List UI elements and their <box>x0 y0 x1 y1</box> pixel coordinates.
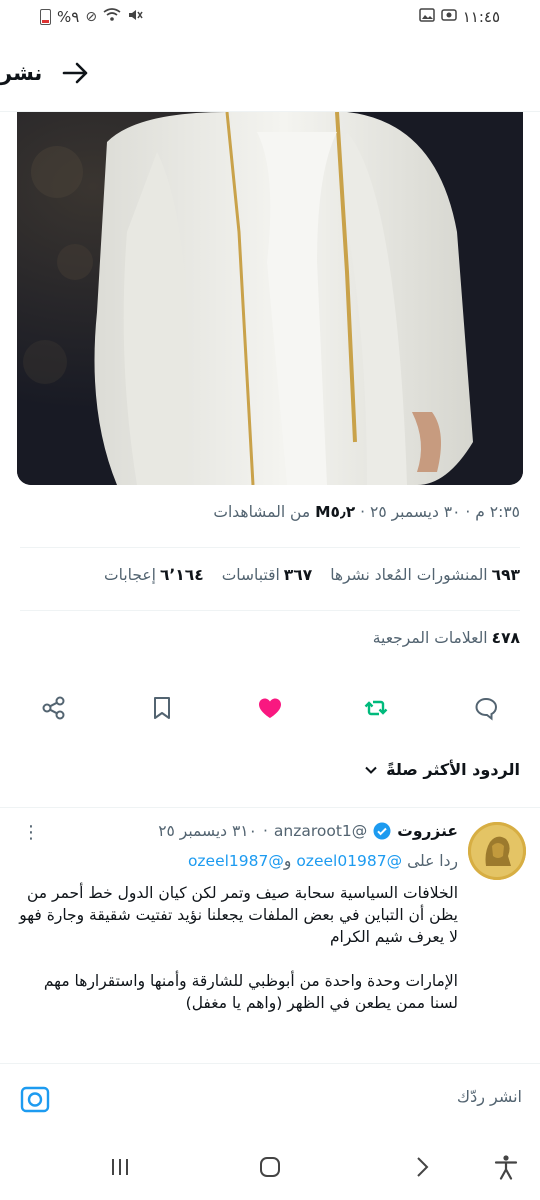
bookmarks-label: العلامات المرجعية <box>372 629 488 647</box>
reply-separator: · <box>262 822 268 840</box>
status-icons-left: %٩ ⊘ <box>40 7 143 27</box>
home-button[interactable] <box>256 1153 284 1181</box>
battery-percent: %٩ <box>57 8 80 26</box>
divider <box>20 547 520 548</box>
reply-handle[interactable]: @anzaroot1 <box>274 822 367 840</box>
reply-text: الخلافات السياسية سحابة صيف وتمر لكن كيا… <box>19 884 458 1012</box>
post-date: ٣٠ ديسمبر ٢٥ <box>370 503 461 521</box>
reposts-count: ٦٩٣ <box>491 566 520 584</box>
reply-item[interactable]: عنزروت @anzaroot1 · ٣١٠ ديسمبر ٢٥ ⋮ ردا … <box>0 807 540 1063</box>
meta-separator: · <box>360 503 366 521</box>
bookmark-button[interactable] <box>146 692 178 724</box>
repost-icon <box>364 700 388 716</box>
wifi-icon <box>103 8 121 26</box>
like-button[interactable] <box>254 692 286 724</box>
accessibility-button[interactable] <box>492 1153 520 1181</box>
accessibility-icon <box>494 1155 518 1180</box>
status-bar: %٩ ⊘ ١١:٤٥ <box>0 0 540 34</box>
views-count: M٥٫٢ <box>315 503 356 521</box>
likes-label: إعجابات <box>104 566 156 584</box>
back-arrow-icon[interactable] <box>60 58 90 88</box>
views-label: من المشاهدات <box>213 503 311 521</box>
post-meta: ٢:٣٥ م · ٣٠ ديسمبر ٢٥ · M٥٫٢ من المشاهدا… <box>20 503 520 521</box>
back-button[interactable] <box>408 1153 436 1181</box>
likes-count: ٦٬١٦٤ <box>159 566 204 584</box>
reply-input[interactable]: انشر ردّك <box>457 1087 522 1106</box>
likes-stat[interactable]: ٦٬١٦٤إعجابات <box>104 566 204 584</box>
status-icons-right: ١١:٤٥ <box>418 8 500 26</box>
quotes-stat[interactable]: ٣٦٧اقتباسات <box>222 566 313 584</box>
chevron-down-icon <box>365 766 377 774</box>
recents-icon <box>112 1159 128 1175</box>
reply-composer: انشر ردّك <box>0 1063 540 1135</box>
reposts-label: المنشورات المُعاد نشرها <box>330 566 488 584</box>
home-icon <box>260 1157 280 1177</box>
and-label: و <box>283 852 292 870</box>
reposts-stat[interactable]: ٦٩٣المنشورات المُعاد نشرها <box>330 566 520 584</box>
replying-to: ردا على @ozeel01987 و@ozeel1987 <box>188 852 458 870</box>
bookmarks-count: ٤٧٨ <box>491 629 520 647</box>
replying-to-label: ردا على <box>407 852 458 870</box>
reply-icon <box>475 697 498 721</box>
post-actions <box>0 686 540 730</box>
dnd-icon: ⊘ <box>85 9 98 25</box>
post-image[interactable] <box>17 112 523 485</box>
system-nav-bar <box>0 1135 540 1200</box>
meta-separator: · <box>465 503 471 521</box>
bookmarks-stat[interactable]: ٤٧٨العلامات المرجعية <box>20 629 520 647</box>
mention-link[interactable]: @ozeel1987 <box>188 852 284 870</box>
reply-date: ٣١٠ ديسمبر ٢٥ <box>158 822 257 840</box>
header: نشر <box>0 34 540 112</box>
verified-badge-icon <box>373 822 391 840</box>
like-icon <box>259 698 281 718</box>
record-icon <box>440 8 457 26</box>
quotes-count: ٣٦٧ <box>283 566 313 584</box>
clock: ١١:٤٥ <box>462 8 500 26</box>
post-stats: ٦٩٣المنشورات المُعاد نشرها ٣٦٧اقتباسات ٦… <box>20 566 520 584</box>
repost-button[interactable] <box>360 692 392 724</box>
avatar-image <box>468 822 526 880</box>
chevron-right-icon <box>417 1157 429 1177</box>
mention-link[interactable]: @ozeel01987 <box>296 852 402 870</box>
divider <box>20 610 520 611</box>
sort-label: الردود الأكثر صلةً <box>386 760 520 779</box>
share-icon <box>42 696 65 720</box>
reply-header: عنزروت @anzaroot1 · ٣١٠ ديسمبر ٢٥ <box>158 822 458 840</box>
quotes-label: اقتباسات <box>221 566 280 584</box>
post-image-graphic <box>17 112 523 485</box>
more-options-icon[interactable]: ⋮ <box>22 824 40 842</box>
reply-button[interactable] <box>470 692 502 724</box>
battery-icon <box>40 9 51 25</box>
camera-icon[interactable] <box>20 1084 50 1114</box>
avatar[interactable] <box>468 822 526 880</box>
gallery-icon <box>418 8 435 26</box>
mute-icon <box>127 7 143 27</box>
bookmark-icon <box>154 697 170 719</box>
replies-sort[interactable]: الردود الأكثر صلةً <box>364 760 520 779</box>
post-time: ٢:٣٥ م <box>475 503 520 521</box>
share-button[interactable] <box>38 692 70 724</box>
recents-button[interactable] <box>106 1153 134 1181</box>
page-title: نشر <box>0 60 43 85</box>
reply-author-name[interactable]: عنزروت <box>397 822 458 840</box>
